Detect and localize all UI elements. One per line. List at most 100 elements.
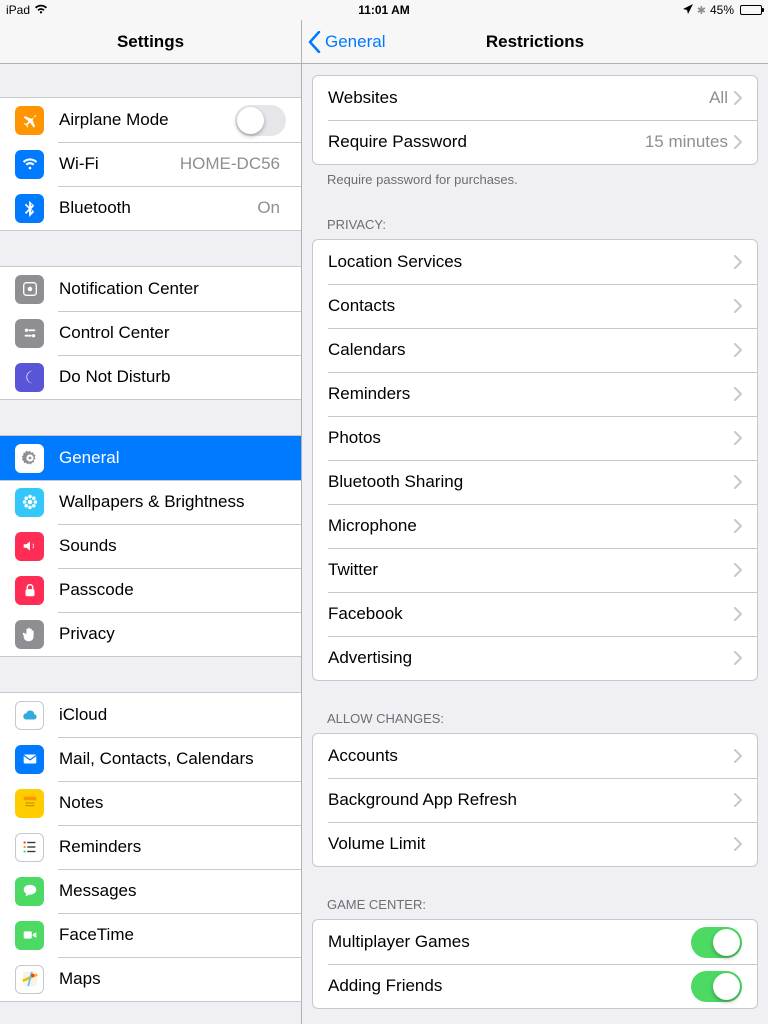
video-icon [15,921,44,950]
sidebar-title: Settings [117,32,184,52]
sidebar-item-label: Bluetooth [59,198,257,218]
sidebar-item-facetime[interactable]: FaceTime [0,913,301,957]
setting-label: Advertising [328,648,734,668]
chevron-right-icon [734,749,742,763]
setting-label: Volume Limit [328,834,734,854]
sidebar-navbar: Settings [0,20,301,64]
sidebar-item-label: Notification Center [59,279,286,299]
setting-row-cal[interactable]: Calendars [313,328,757,372]
back-label: General [325,32,385,52]
chevron-left-icon [308,31,321,53]
setting-label: Reminders [328,384,734,404]
setting-row-twitter[interactable]: Twitter [313,548,757,592]
setting-label: Contacts [328,296,734,316]
setting-row-mic[interactable]: Microphone [313,504,757,548]
setting-label: Adding Friends [328,976,691,996]
sidebar-item-label: Mail, Contacts, Calendars [59,749,286,769]
sidebar-item-privacy[interactable]: Privacy [0,612,301,656]
sidebar-item-maps[interactable]: Maps [0,957,301,1001]
setting-row-websites[interactable]: WebsitesAll [313,76,757,120]
sidebar-item-icloud[interactable]: iCloud [0,693,301,737]
sidebar-item-mail[interactable]: Mail, Contacts, Calendars [0,737,301,781]
sidebar-item-passcode[interactable]: Passcode [0,568,301,612]
setting-label: Facebook [328,604,734,624]
chevron-right-icon [734,837,742,851]
sidebar-item-wallpapers[interactable]: Wallpapers & Brightness [0,480,301,524]
chevron-right-icon [734,343,742,357]
setting-row-vol[interactable]: Volume Limit [313,822,757,866]
battery-icon [740,5,762,15]
sidebar-item-label: Maps [59,969,286,989]
section-header: ALLOW CHANGES: [302,711,768,733]
setting-label: Websites [328,88,709,108]
sidebar-item-label: Do Not Disturb [59,367,286,387]
sound-icon [15,532,44,561]
bluetooth-icon [15,194,44,223]
chevron-right-icon [734,135,742,149]
chevron-right-icon [734,475,742,489]
setting-row-multi[interactable]: Multiplayer Games [313,920,757,964]
setting-label: Accounts [328,746,734,766]
friends-switch[interactable] [691,971,742,1002]
sidebar-item-messages[interactable]: Messages [0,869,301,913]
cc-icon [15,319,44,348]
maps-icon [15,965,44,994]
sidebar-item-airplane[interactable]: Airplane Mode [0,98,301,142]
battery-pct: 45% [710,3,734,17]
setting-row-accounts[interactable]: Accounts [313,734,757,778]
status-bar: iPad 11:01 AM ✱ 45% [0,0,768,20]
setting-row-loc[interactable]: Location Services [313,240,757,284]
setting-label: Calendars [328,340,734,360]
settings-sidebar: Settings Airplane ModeWi-FiHOME-DC56Blue… [0,20,302,1024]
chevron-right-icon [734,793,742,807]
sidebar-item-notes[interactable]: Notes [0,781,301,825]
sidebar-item-wifi[interactable]: Wi-FiHOME-DC56 [0,142,301,186]
setting-row-fb[interactable]: Facebook [313,592,757,636]
detail-navbar: General Restrictions [302,20,768,64]
cloud-icon [15,701,44,730]
sidebar-item-dnd[interactable]: Do Not Disturb [0,355,301,399]
sidebar-item-bluetooth[interactable]: BluetoothOn [0,186,301,230]
sidebar-item-label: Privacy [59,624,286,644]
chevron-right-icon [734,607,742,621]
sidebar-item-label: Airplane Mode [59,110,235,130]
plane-icon [15,106,44,135]
sidebar-item-label: Notes [59,793,286,813]
setting-label: Bluetooth Sharing [328,472,734,492]
lock-icon [15,576,44,605]
sidebar-item-reminders[interactable]: Reminders [0,825,301,869]
sidebar-item-sounds[interactable]: Sounds [0,524,301,568]
setting-label: Background App Refresh [328,790,734,810]
setting-row-contacts[interactable]: Contacts [313,284,757,328]
chevron-right-icon [734,651,742,665]
section-header: GAME CENTER: [302,897,768,919]
location-icon [683,3,693,17]
section-header: PRIVACY: [302,217,768,239]
sidebar-item-controlcenter[interactable]: Control Center [0,311,301,355]
multi-switch[interactable] [691,927,742,958]
setting-row-photos[interactable]: Photos [313,416,757,460]
chevron-right-icon [734,255,742,269]
gear-icon [15,444,44,473]
sidebar-item-notification[interactable]: Notification Center [0,267,301,311]
sidebar-item-value: On [257,198,280,218]
setting-row-friends[interactable]: Adding Friends [313,964,757,1008]
chevron-right-icon [734,91,742,105]
wifi-icon [15,150,44,179]
back-button[interactable]: General [308,31,385,53]
chevron-right-icon [734,431,742,445]
reminders-icon [15,833,44,862]
sidebar-item-label: Control Center [59,323,286,343]
section-footer: Require password for purchases. [302,165,768,187]
setting-row-bgapp[interactable]: Background App Refresh [313,778,757,822]
airplane-switch[interactable] [235,105,286,136]
setting-row-ads[interactable]: Advertising [313,636,757,680]
wifi-icon [34,3,48,17]
setting-row-btshare[interactable]: Bluetooth Sharing [313,460,757,504]
setting-row-rem[interactable]: Reminders [313,372,757,416]
sidebar-item-label: Wi-Fi [59,154,180,174]
sidebar-item-label: Passcode [59,580,286,600]
sidebar-item-label: Reminders [59,837,286,857]
sidebar-item-general[interactable]: General [0,436,301,480]
setting-row-reqpass[interactable]: Require Password15 minutes [313,120,757,164]
